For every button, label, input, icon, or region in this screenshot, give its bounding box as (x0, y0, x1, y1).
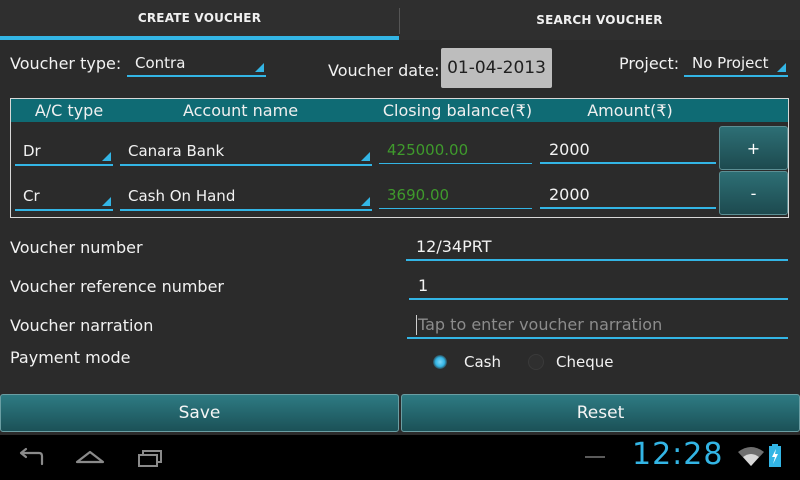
header-amount: Amount(₹) (587, 101, 673, 120)
reset-button[interactable]: Reset (401, 394, 800, 432)
voucher-type-spinner[interactable]: Contra (127, 50, 266, 77)
account-name-spinner-canara[interactable]: Canara Bank (120, 140, 372, 166)
keyboard-indicator-icon (585, 456, 605, 458)
voucher-reference-value: 1 (418, 276, 429, 295)
closing-balance-value: 3690.00 (387, 186, 450, 204)
payment-mode-label: Payment mode (10, 348, 131, 367)
amount-value: 2000 (549, 185, 590, 204)
tab-create-voucher[interactable]: CREATE VOUCHER (0, 0, 399, 40)
payment-option-label: Cheque (556, 353, 614, 371)
save-button[interactable]: Save (0, 394, 399, 432)
ac-type-value: Dr (23, 142, 41, 160)
closing-balance-field: 3690.00 (379, 185, 532, 209)
ac-type-spinner-cr[interactable]: Cr (15, 185, 113, 211)
status-clock: 12:28 (632, 437, 724, 472)
payment-option-cash[interactable]: Cash (428, 350, 518, 374)
project-label: Project: (619, 54, 680, 73)
radio-unchecked-icon (528, 354, 544, 370)
voucher-narration-input[interactable]: Tap to enter voucher narration (407, 312, 788, 339)
text-cursor (416, 315, 417, 335)
account-name-value: Canara Bank (128, 142, 225, 160)
battery-charging-icon (768, 444, 782, 468)
home-icon[interactable] (74, 446, 106, 470)
voucher-type-value: Contra (135, 54, 186, 72)
ac-type-spinner-dr[interactable]: Dr (15, 140, 113, 166)
voucher-date-label: Voucher date: (328, 61, 440, 80)
back-icon[interactable] (14, 446, 46, 470)
ac-type-value: Cr (23, 187, 40, 205)
amount-input-row2[interactable]: 2000 (540, 183, 716, 209)
voucher-narration-label: Voucher narration (10, 316, 154, 335)
recent-apps-icon[interactable] (134, 446, 166, 470)
voucher-number-label: Voucher number (10, 238, 143, 257)
payment-option-cheque[interactable]: Cheque (523, 350, 623, 374)
voucher-reference-input[interactable]: 1 (409, 273, 788, 300)
radio-checked-icon (433, 355, 447, 369)
header-closing-balance: Closing balance(₹) (382, 101, 533, 120)
voucher-reference-label: Voucher reference number (10, 277, 225, 296)
remove-row-button[interactable]: - (719, 171, 788, 215)
dropdown-corner-icon (255, 63, 264, 72)
wifi-icon (737, 444, 765, 468)
amount-input-row1[interactable]: 2000 (540, 138, 716, 164)
voucher-number-input[interactable]: 12/34PRT (406, 234, 788, 261)
voucher-type-label: Voucher type: (10, 54, 122, 73)
voucher-date-button[interactable]: 01-04-2013 (441, 48, 552, 88)
dropdown-corner-icon (361, 152, 370, 161)
account-name-spinner-cash[interactable]: Cash On Hand (120, 185, 372, 211)
amount-value: 2000 (549, 140, 590, 159)
add-row-button[interactable]: + (719, 126, 788, 170)
payment-option-label: Cash (464, 353, 501, 371)
voucher-number-value: 12/34PRT (416, 237, 492, 256)
account-name-value: Cash On Hand (128, 187, 236, 205)
dropdown-corner-icon (102, 197, 111, 206)
project-value: No Project (692, 54, 769, 72)
header-account-name: Account name (182, 101, 299, 120)
closing-balance-value: 425000.00 (387, 141, 469, 159)
dropdown-corner-icon (102, 152, 111, 161)
closing-balance-field: 425000.00 (379, 140, 532, 164)
dropdown-corner-icon (777, 63, 786, 72)
tab-search-voucher[interactable]: SEARCH VOUCHER (400, 0, 799, 40)
dropdown-corner-icon (361, 197, 370, 206)
project-spinner[interactable]: No Project (684, 50, 788, 77)
voucher-narration-placeholder: Tap to enter voucher narration (418, 315, 663, 334)
header-ac-type: A/C type (34, 101, 104, 120)
